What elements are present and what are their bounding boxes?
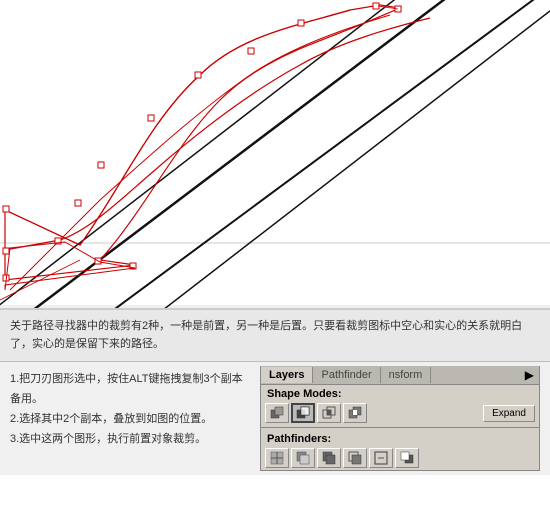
panel-menu-arrow[interactable]: ▶	[520, 366, 539, 384]
btn-outline[interactable]	[369, 448, 393, 468]
canvas-area: 思综设计论坛 www.MISSVUAN.com 第七城市 WWW.7HK.CN …	[0, 0, 550, 310]
tab-transform[interactable]: nsform	[381, 367, 432, 383]
btn-merge[interactable]	[317, 448, 341, 468]
btn-crop[interactable]	[343, 448, 367, 468]
info-area: 关于路径寻找器中的裁剪有2种，一种是前置，另一种是后置。只要看裁剪图标中空心和实…	[0, 310, 550, 362]
btn-intersect[interactable]	[317, 403, 341, 423]
info-text: 关于路径寻找器中的裁剪有2种，一种是前置，另一种是后置。只要看裁剪图标中空心和实…	[10, 318, 540, 353]
steps-left: 1.把刀刃图形选中，按住ALT键拖拽复制3个副本备用。 2.选择其中2个副本，叠…	[0, 362, 260, 475]
panel-area: Layers Pathfinder nsform ▶ Shape Modes:	[260, 362, 550, 475]
canvas-svg	[0, 0, 550, 308]
steps-area: 1.把刀刃图形选中，按住ALT键拖拽复制3个副本备用。 2.选择其中2个副本，叠…	[0, 362, 550, 475]
shape-modes-buttons: Expand	[261, 401, 539, 425]
pathfinders-buttons	[261, 446, 539, 470]
btn-expand[interactable]: Expand	[483, 405, 535, 422]
layers-panel: Layers Pathfinder nsform ▶ Shape Modes:	[260, 366, 540, 471]
panel-tabs: Layers Pathfinder nsform ▶	[261, 366, 539, 385]
step-2: 2.选择其中2个副本，叠放到如图的位置。	[10, 410, 250, 430]
step-3: 3.选中这两个图形，执行前置对象裁剪。	[10, 430, 250, 450]
btn-minus-front[interactable]	[291, 403, 315, 423]
btn-minus-back[interactable]	[395, 448, 419, 468]
tab-pathfinder[interactable]: Pathfinder	[313, 367, 380, 383]
shape-modes-label: Shape Modes:	[261, 385, 539, 401]
pathfinders-label: Pathfinders:	[261, 430, 539, 446]
step-1: 1.把刀刃图形选中，按住ALT键拖拽复制3个副本备用。	[10, 370, 250, 410]
btn-unite[interactable]	[265, 403, 289, 423]
divider	[261, 427, 539, 428]
btn-exclude[interactable]	[343, 403, 367, 423]
tab-layers[interactable]: Layers	[261, 367, 313, 383]
btn-trim[interactable]	[291, 448, 315, 468]
btn-divide[interactable]	[265, 448, 289, 468]
